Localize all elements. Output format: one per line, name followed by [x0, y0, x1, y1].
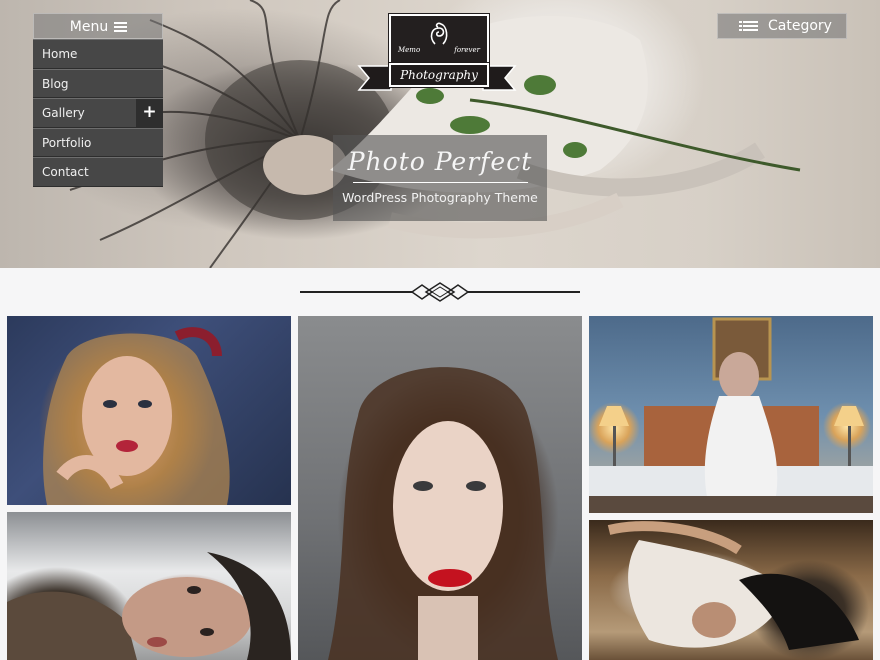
logo-word-left: Memo	[398, 46, 421, 54]
menu-item-blog[interactable]: Blog	[33, 68, 163, 98]
category-button[interactable]: Category	[717, 13, 847, 39]
gallery-photo-5[interactable]	[589, 520, 873, 660]
category-label: Category	[768, 18, 832, 34]
photo-woman-fur-coat	[7, 552, 291, 660]
menu-item-gallery[interactable]: Gallery +	[33, 98, 163, 128]
logo-ribbon-label: Photography	[389, 63, 489, 87]
menu-item-label: Home	[42, 47, 78, 61]
menu-label: Menu	[69, 19, 109, 35]
logo-ribbon: Photography	[357, 60, 517, 94]
ornament-icon	[300, 282, 580, 302]
list-icon	[743, 21, 758, 32]
ornament-divider	[300, 281, 580, 303]
photo-bedroom-lamps	[589, 317, 873, 513]
photo-red-lips-portrait	[328, 367, 558, 660]
menu-list: Home Blog Gallery + Portfolio Contact	[33, 39, 163, 187]
title-rule	[352, 182, 528, 183]
hero-title: Photo Perfect	[347, 147, 533, 176]
hero-title-box: Photo Perfect WordPress Photography Them…	[333, 135, 547, 221]
menu-item-label: Contact	[42, 165, 89, 179]
gallery-photo-3[interactable]	[589, 316, 873, 513]
gallery-photo-2[interactable]	[298, 316, 582, 660]
logo-word-right: forever	[454, 46, 480, 54]
menu-toggle-button[interactable]: Menu	[33, 13, 163, 39]
menu-item-contact[interactable]: Contact	[33, 157, 163, 187]
logo-emblem: Memo forever	[389, 14, 489, 64]
menu-item-label: Portfolio	[42, 135, 92, 150]
plus-icon[interactable]: +	[136, 99, 163, 127]
menu-item-label: Gallery	[42, 106, 85, 120]
gallery-photo-4[interactable]	[7, 512, 291, 660]
main-menu: Menu Home Blog Gallery + Portfolio Conta…	[33, 13, 163, 187]
menu-item-portfolio[interactable]: Portfolio	[33, 127, 163, 157]
site-logo[interactable]: Memo forever Photography	[357, 14, 517, 96]
photo-woman-lying-down	[607, 521, 859, 650]
photo-blonde-woman	[43, 327, 230, 505]
hero-subtitle: WordPress Photography Theme	[342, 190, 538, 205]
hero-banner: Menu Home Blog Gallery + Portfolio Conta…	[0, 0, 880, 268]
menu-item-home[interactable]: Home	[33, 39, 163, 69]
gallery-photo-1[interactable]	[7, 316, 291, 505]
menu-item-label: Blog	[42, 76, 69, 91]
swirl-icon	[430, 22, 448, 45]
hamburger-icon	[114, 22, 127, 32]
